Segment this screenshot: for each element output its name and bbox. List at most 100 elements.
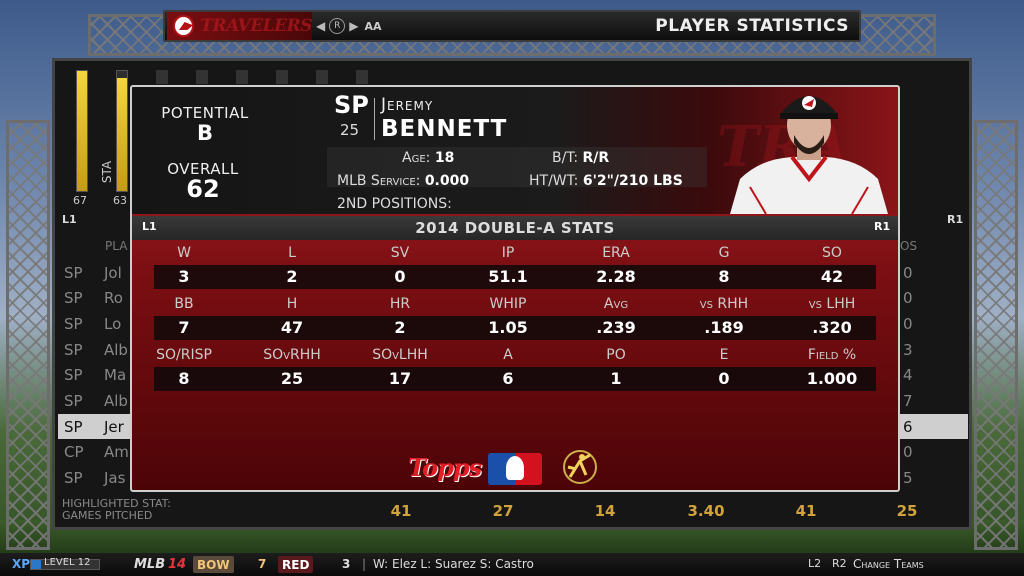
- meter-cap: [156, 70, 168, 84]
- highlighted-stat-value: 41: [390, 502, 412, 520]
- stat-value: 0: [394, 267, 406, 286]
- player-header: TRA POTENTIAL B OVERALL 62 SP 25 Jeremy …: [132, 87, 898, 214]
- away-team: BOW: [193, 556, 234, 573]
- name-divider: [374, 98, 375, 140]
- roster-stat-value: 4: [903, 366, 913, 385]
- stat-label: E: [719, 347, 729, 363]
- stat-label: SO: [822, 245, 842, 261]
- meter-cap: [276, 70, 288, 84]
- stat-value: 8: [178, 369, 190, 388]
- stat-label: SOvLHH: [372, 347, 428, 363]
- mlb-the-show-logo: MLB: [134, 557, 166, 572]
- stat-value: 47: [280, 318, 304, 337]
- roster-position: SP: [64, 366, 83, 385]
- stat-label: BB: [174, 296, 194, 312]
- player-position: SP: [334, 91, 369, 119]
- away-score: 7: [258, 557, 267, 571]
- stat-label: SO/RISP: [156, 347, 212, 363]
- roster-stat-value: 3: [903, 340, 913, 359]
- stat-value: .239: [596, 318, 636, 337]
- roster-position: SP: [64, 469, 83, 488]
- stats-l1-button[interactable]: L1: [142, 220, 157, 233]
- left-arrow-icon[interactable]: ◀: [316, 19, 325, 33]
- age-value: 18: [434, 150, 455, 166]
- highlighted-stat-value: 41: [795, 502, 817, 520]
- htwt-label: HT/WT:: [529, 173, 579, 189]
- stat-column-header: OS: [900, 239, 918, 253]
- stat-label: WHIP: [489, 296, 527, 312]
- stamina-label: STA: [100, 160, 115, 184]
- stamina-meter: [116, 70, 128, 192]
- roster-position: SP: [64, 340, 83, 359]
- team-logo: TRAVELERS: [167, 12, 312, 40]
- r2-button[interactable]: R2: [832, 557, 847, 570]
- highlighted-stat-name: GAMES PITCHED: [62, 509, 153, 522]
- meter-cap: [316, 70, 328, 84]
- bottom-ticker: XP LEVEL 12 MLB 14 BOW 7 RED 3 | W: Elez…: [0, 553, 1024, 576]
- stat-label: Field %: [807, 347, 857, 363]
- roster-position: SP: [64, 263, 83, 282]
- l1-button[interactable]: L1: [62, 213, 77, 226]
- stat-label: L: [288, 245, 296, 261]
- highlighted-stat-label: HIGHLIGHTED STAT: GAMES PITCHED: [62, 498, 171, 522]
- stat-label: SOvRHH: [263, 347, 321, 363]
- r1-button[interactable]: R1: [947, 213, 963, 226]
- stat-label: H: [286, 296, 298, 312]
- level-switcher[interactable]: ◀ R ▶ AA: [316, 18, 382, 34]
- stat-value: 2: [286, 267, 298, 286]
- home-score: 3: [342, 557, 351, 571]
- stat-label: vs LHH: [808, 296, 856, 312]
- bt-value: R/R: [582, 150, 610, 166]
- second-positions-label: 2ND POSITIONS:: [337, 196, 452, 212]
- potential-label: POTENTIAL: [161, 104, 249, 122]
- stat-value: 25: [280, 369, 304, 388]
- meter-value: 67: [73, 194, 87, 207]
- roster-stat-value: 0: [903, 289, 913, 308]
- stat-label: ERA: [602, 245, 630, 261]
- stat-label: IP: [501, 245, 515, 261]
- stat-label: PO: [606, 347, 626, 363]
- pitchers-of-record: W: Elez L: Suarez S: Castro: [373, 557, 534, 571]
- potential-value: B: [196, 121, 213, 145]
- stat-label: vs RHH: [699, 296, 749, 312]
- stat-value: 17: [388, 369, 412, 388]
- stats-r1-button[interactable]: R1: [874, 220, 890, 233]
- roster-position: SP: [64, 314, 83, 333]
- player-level: LEVEL 12: [44, 557, 91, 568]
- player-first-name: Jeremy: [381, 95, 434, 115]
- stat-value: 2: [394, 318, 406, 337]
- stat-value: 3: [178, 267, 190, 286]
- change-teams-action[interactable]: Change Teams: [853, 557, 924, 571]
- service-value: 0.000: [424, 173, 470, 189]
- meter-cap: [196, 70, 208, 84]
- meter-value: 63: [113, 194, 127, 207]
- roster-position: SP: [64, 289, 83, 308]
- highlighted-stat-value: 14: [594, 502, 616, 520]
- stat-value: 8: [718, 267, 730, 286]
- meter-cap: [236, 70, 248, 84]
- htwt-value: 6'2"/210 LBS: [582, 173, 683, 189]
- game-year: 14: [168, 557, 187, 572]
- stat-label: W: [177, 245, 191, 261]
- roster-position: SP: [64, 392, 83, 410]
- players-association-icon: [563, 450, 597, 484]
- team-badge-icon: [173, 15, 195, 37]
- player-portrait: [730, 96, 888, 214]
- bt-info: B/T: R/R: [552, 150, 609, 166]
- stadium-truss-right: [974, 120, 1018, 550]
- level-label: AA: [364, 19, 382, 33]
- r-button-icon[interactable]: R: [329, 18, 346, 34]
- home-team: RED: [278, 556, 314, 573]
- screen-title: PLAYER STATISTICS: [655, 16, 849, 36]
- stat-value: 51.1: [488, 267, 528, 286]
- screen-header: TRAVELERS ◀ R ▶ AA PLAYER STATISTICS: [163, 10, 861, 42]
- topps-logo: Topps: [408, 453, 482, 482]
- stat-value: .189: [704, 318, 744, 337]
- stat-label: G: [718, 245, 730, 261]
- jersey-number: 25: [340, 121, 360, 139]
- ticker-divider: |: [362, 557, 367, 571]
- team-logo-text: TRAVELERS: [200, 16, 312, 36]
- xp-label: XP: [12, 557, 31, 571]
- l2-button[interactable]: L2: [808, 557, 821, 570]
- right-arrow-icon[interactable]: ▶: [349, 19, 358, 33]
